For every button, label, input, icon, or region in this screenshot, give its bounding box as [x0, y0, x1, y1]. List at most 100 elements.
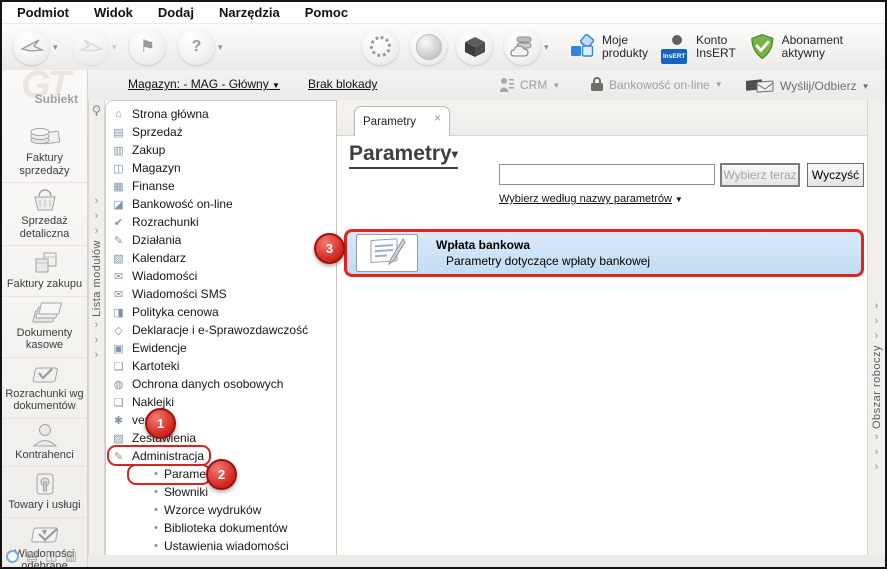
labels-icon: ❑ [113, 396, 124, 409]
tree-item-label: Bankowość on-line [132, 197, 233, 211]
tree-item-kalendarz[interactable]: ▧ Kalendarz [106, 249, 336, 267]
tree-item-magazyn[interactable]: ◫ Magazyn [106, 159, 336, 177]
sidebar-item-sprzedaz-detaliczna[interactable]: Sprzedaż detaliczna [2, 183, 87, 246]
tree-item-label: Administracja [132, 449, 205, 463]
sidebar-item-dokumenty-kasowe[interactable]: Dokumenty kasowe [2, 297, 87, 358]
tree-item-ustawienia-wiadomosci[interactable]: • Ustawienia wiadomości [106, 537, 336, 555]
online-sphere-button[interactable] [410, 28, 447, 65]
tree-item-biblioteka-dokumentow[interactable]: • Biblioteka dokumentów [106, 519, 336, 537]
search-input[interactable] [499, 164, 715, 185]
tab-parametry[interactable]: Parametry × [354, 106, 450, 136]
check-documents-icon [32, 367, 58, 382]
sidebar-more-arrow[interactable]: ▼ [2, 527, 87, 537]
magazyn-selector[interactable]: Magazyn: - MAG - Główny ▼ [128, 77, 280, 91]
coins-mini-icon[interactable]: ▤ [26, 548, 38, 564]
chevron-icon: › [94, 348, 99, 361]
cube-button[interactable] [456, 28, 493, 65]
dropdown-arrow-icon[interactable]: ▾ [544, 42, 549, 53]
tree-item-naklejki[interactable]: ❑ Naklejki [106, 393, 336, 411]
moje-produkty-button[interactable]: Moje produkty [569, 27, 657, 67]
tree-item-rozrachunki[interactable]: ✔ Rozrachunki [106, 213, 336, 231]
menu-pomoc[interactable]: Pomoc [305, 5, 348, 20]
bullet-icon: • [154, 486, 158, 498]
result-wplata-bankowa[interactable]: Wpłata bankowa Parametry dotyczące wpłat… [344, 229, 864, 277]
menu-podmiot[interactable]: Podmiot [17, 5, 69, 20]
dropdown-arrow-icon[interactable]: ▾ [218, 42, 223, 53]
tree-item-wiadomosci[interactable]: ✉ Wiadomości [106, 267, 336, 285]
question-icon: ? [191, 37, 202, 55]
sidebar-item-rozrachunki-wg-dokumentow[interactable]: Rozrachunki wg dokumentów [2, 358, 87, 419]
brak-blokady-link[interactable]: Brak blokady [308, 77, 377, 91]
tree-item-vendero[interactable]: ✱vendero [106, 411, 336, 429]
basket-icon [33, 189, 56, 211]
toolbar: ▾ ▾ ⚑ ? ▾ ▾ Moje produkty InsERT Konto I… [2, 24, 885, 70]
chevron-icon: › [874, 330, 879, 342]
page-title[interactable]: Parametry▾ [349, 142, 458, 169]
crm-person-icon [500, 78, 514, 92]
pin-icon[interactable] [91, 105, 102, 117]
sidebar-item-towary-i-uslugi[interactable]: Towary i usługi [2, 467, 87, 518]
view-toggle-icon[interactable] [6, 549, 19, 563]
chevron-icon: › [874, 446, 879, 459]
tree-item-polityka-cenowa[interactable]: ◨ Polityka cenowa [106, 303, 336, 321]
wyczysc-button[interactable]: Wyczyść [807, 163, 864, 187]
tree-item-label: Kartoteki [132, 359, 180, 373]
sidebar-item-label: Dokumenty kasowe [16, 326, 73, 352]
tree-item-label: Strona główna [132, 107, 209, 121]
tree-item-kartoteki[interactable]: ❏ Kartoteki [106, 357, 336, 375]
nav-forward-button[interactable] [72, 28, 109, 65]
sidebar-item-faktury-zakupu[interactable]: Faktury zakupu [2, 246, 87, 297]
basket-mini-icon[interactable]: ◫ [45, 548, 57, 564]
help-button[interactable]: ? [178, 28, 215, 65]
menu-narzedzia[interactable]: Narzędzia [219, 5, 280, 20]
tree-item-sprzedaz[interactable]: ▤ Sprzedaż [106, 123, 336, 141]
services-button[interactable] [362, 28, 399, 65]
flag-icon: ⚑ [139, 36, 156, 56]
wyslij-odbierz-dropdown[interactable]: Wyślij/Odbierz ▼ [745, 77, 870, 95]
konto-insert-label: Konto InsERT [696, 33, 736, 60]
dropdown-arrow-icon[interactable]: ▾ [53, 42, 58, 53]
crm-dropdown[interactable]: CRM ▼ [499, 77, 560, 93]
insert-badge: InsERT [661, 48, 688, 64]
document-pencil-icon [370, 238, 406, 266]
workarea-strip[interactable]: › › › Obszar roboczy › › › [867, 100, 885, 555]
tree-item-wiadomosci-sms[interactable]: ✉ Wiadomości SMS [106, 285, 336, 303]
module-sidebar: GT Subiekt Faktury sprzedaży Sprzedaż de… [2, 64, 88, 567]
tree-item-label: Kalendarz [132, 251, 187, 265]
tree-item-strona-glowna[interactable]: ⌂ Strona główna [106, 105, 336, 123]
nav-back-button[interactable] [13, 28, 50, 65]
printer-mini-icon[interactable]: ▥ [65, 548, 77, 564]
sidebar-item-kontrahenci[interactable]: Kontrahenci [2, 419, 87, 467]
menu-widok[interactable]: Widok [94, 5, 133, 20]
menu-dodaj[interactable]: Dodaj [158, 5, 194, 20]
privacy-icon: ◍ [113, 378, 124, 391]
reports-icon: ▨ [113, 432, 124, 445]
modules-strip[interactable]: › › › Lista modułów › › › [88, 100, 105, 555]
sidebar-item-faktury-sprzedazy[interactable]: Faktury sprzedaży [2, 120, 87, 183]
close-icon[interactable]: × [434, 111, 441, 125]
tree-item-finanse[interactable]: ▦ Finanse [106, 177, 336, 195]
wybierz-teraz-button[interactable]: Wybierz teraz [720, 163, 800, 187]
bullet-icon: • [154, 504, 158, 516]
flag-button[interactable]: ⚑ [129, 28, 166, 65]
dropdown-arrow-icon: ▾ [451, 147, 458, 161]
tree-item-wzorce-wydrukow[interactable]: • Wzorce wydruków [106, 501, 336, 519]
pencil-icon: ✎ [113, 234, 124, 247]
filter-by-name-link[interactable]: Wybierz według nazwy parametrów ▼ [499, 193, 683, 205]
tree-item-label: Ewidencje [132, 341, 187, 355]
dropdown-arrow-icon[interactable]: ▾ [112, 42, 117, 53]
tree-item-zestawienia[interactable]: ▨Zestawienia [106, 429, 336, 447]
sidebar-item-label: Towary i usługi [8, 499, 81, 511]
account-person-icon: InsERT [661, 33, 689, 64]
tree-item-zakup[interactable]: ▥ Zakup [106, 141, 336, 159]
tree-item-ewidencje[interactable]: ▣ Ewidencje [106, 339, 336, 357]
tree-item-deklaracje[interactable]: ◇ Deklaracje i e-Sprawozdawczość [106, 321, 336, 339]
tree-item-dzialania[interactable]: ✎ Działania [106, 231, 336, 249]
abonament-button[interactable]: Abonament aktywny [750, 27, 884, 67]
tree-item-ochrona-danych[interactable]: ◍ Ochrona danych osobowych [106, 375, 336, 393]
tree-item-bankowosc-online[interactable]: ◪ Bankowość on-line [106, 195, 336, 213]
cloud-archive-button[interactable] [504, 28, 541, 65]
tree-item-label: Ustawienia wiadomości [164, 539, 289, 553]
bankowosc-dropdown[interactable]: Bankowość on-line ▼ [590, 77, 723, 92]
konto-insert-button[interactable]: InsERT Konto InsERT [661, 27, 751, 67]
